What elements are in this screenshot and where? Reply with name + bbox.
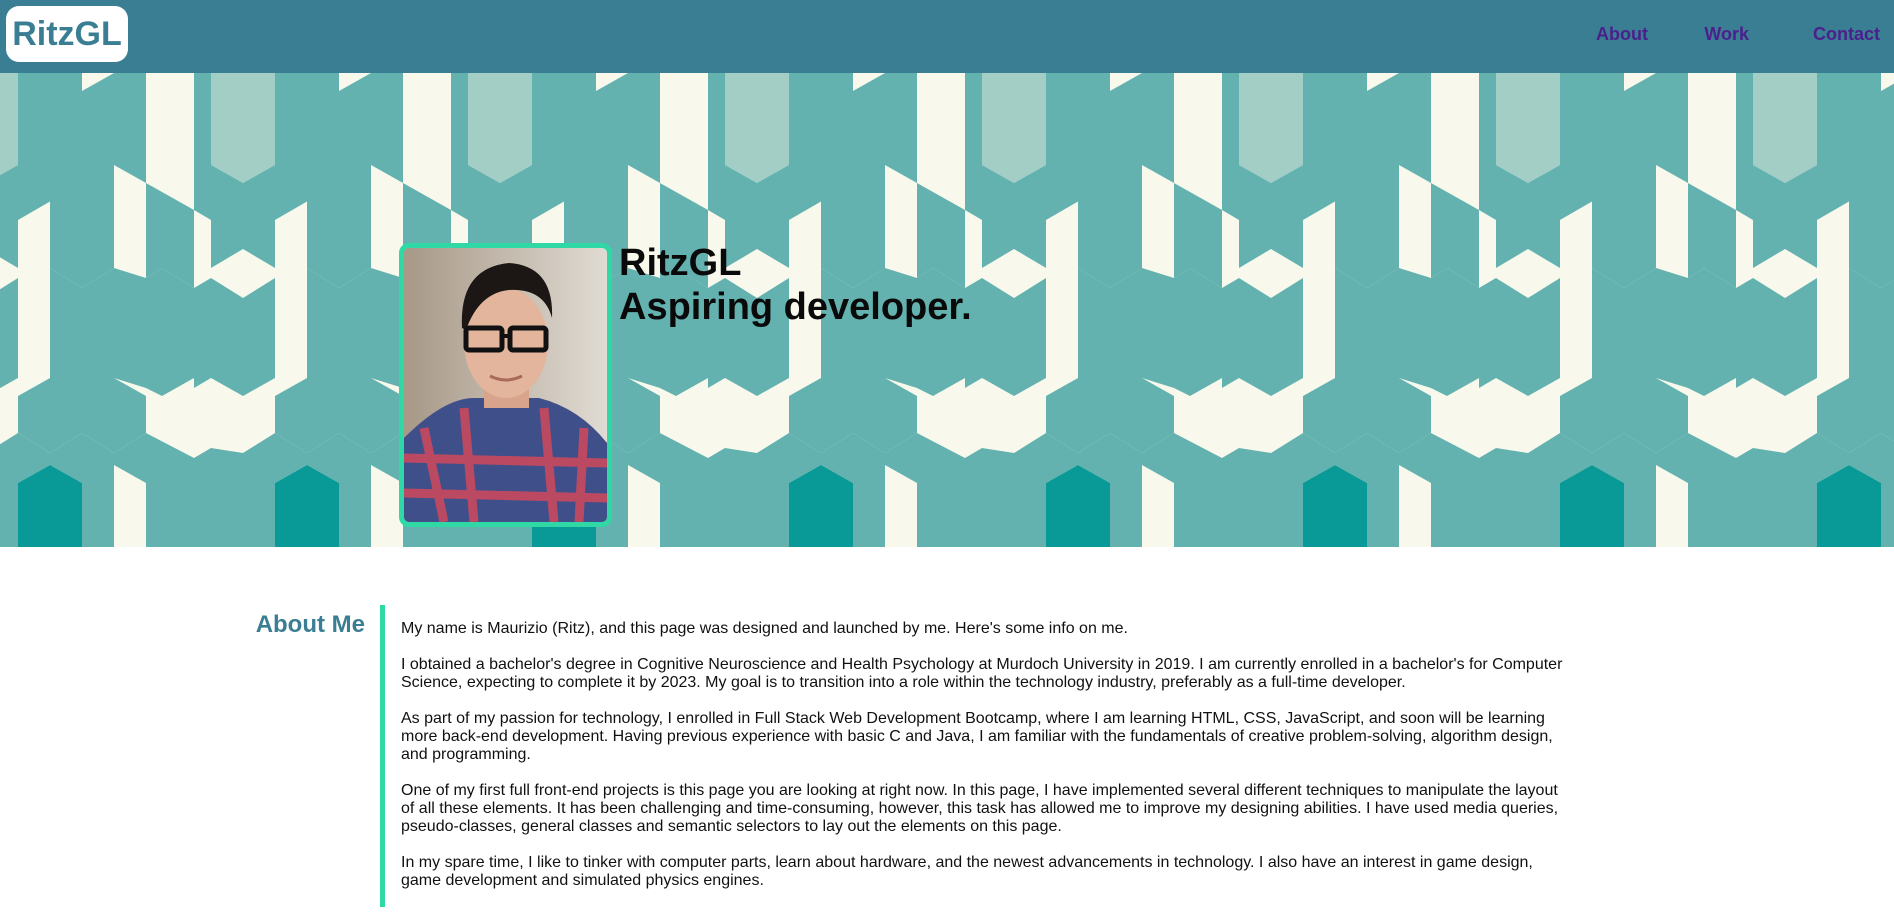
- about-paragraph: I obtained a bachelor's degree in Cognit…: [401, 656, 1563, 691]
- hero-banner: RitzGL Aspiring developer.: [0, 73, 1894, 547]
- about-paragraph: In my spare time, I like to tinker with …: [401, 854, 1533, 889]
- about-body: My name is Maurizio (Ritz), and this pag…: [401, 620, 1566, 908]
- about-paragraph: My name is Maurizio (Ritz), and this pag…: [401, 620, 1128, 637]
- site-logo[interactable]: RitzGL: [6, 6, 128, 62]
- site-header: RitzGL About Work Contact: [0, 0, 1894, 73]
- about-accent-bar: [380, 605, 385, 907]
- hero-tagline: Aspiring developer.: [619, 286, 972, 328]
- portrait-illustration: [404, 248, 607, 522]
- nav-link-contact[interactable]: Contact: [1813, 24, 1880, 45]
- nav-link-work[interactable]: Work: [1704, 24, 1749, 45]
- about-paragraph: One of my first full front-end projects …: [401, 782, 1559, 835]
- hero-name: RitzGL: [619, 242, 742, 284]
- about-paragraph: As part of my passion for technology, I …: [401, 710, 1553, 763]
- about-heading: About Me: [255, 611, 365, 638]
- hero-heading: RitzGL Aspiring developer.: [619, 241, 972, 329]
- profile-photo: [399, 243, 612, 527]
- nav-link-about[interactable]: About: [1596, 24, 1648, 45]
